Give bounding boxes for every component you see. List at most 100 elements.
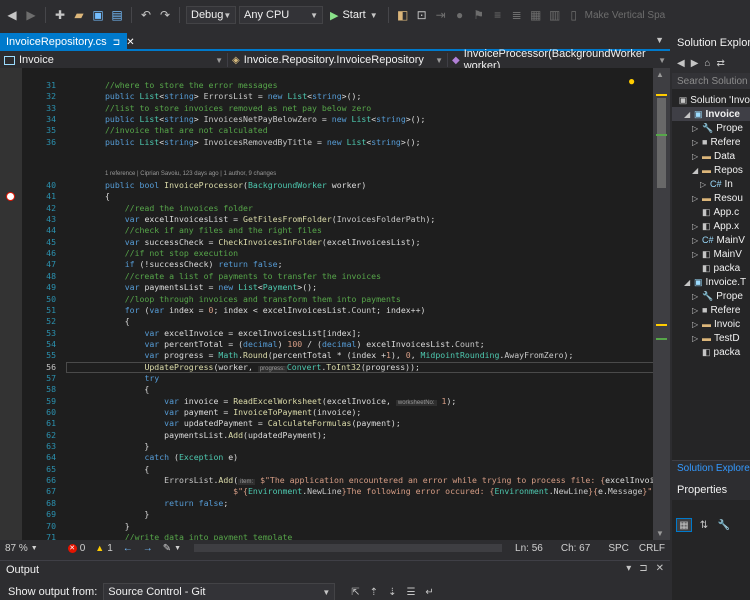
code-line[interactable]: 61 var updatedPayment = CalculateFormula… <box>22 418 642 429</box>
code-text[interactable]: { <box>105 316 130 327</box>
code-text[interactable]: //read the invoices folder <box>105 203 253 214</box>
breakpoint-margin[interactable] <box>0 68 22 540</box>
code-line[interactable]: 62 paymentsList.Add(updatedPayment); <box>22 430 642 441</box>
code-line[interactable]: 71 //write data into payment template <box>22 532 642 540</box>
code-text[interactable]: var payment = InvoiceToPayment(invoice); <box>105 407 361 418</box>
whitespace-indicator[interactable]: SPC <box>603 543 634 554</box>
clear-all-icon[interactable]: ☰ <box>406 587 415 598</box>
tree-item[interactable]: ▣ Solution 'Invo <box>672 93 750 107</box>
step-icon[interactable]: ⇥ <box>433 7 449 23</box>
browser-link-icon[interactable]: ◧ <box>395 7 411 23</box>
code-line[interactable]: 31 //where to store the error messages <box>22 80 642 91</box>
code-text[interactable]: //check if any files and the right files <box>105 225 322 236</box>
save-all-icon[interactable]: ▤ <box>109 7 125 23</box>
code-line[interactable]: 65 { <box>22 464 642 475</box>
code-line[interactable]: 34 public List<string> InvoicesNetPayBelo… <box>22 114 642 125</box>
home-icon[interactable]: ⌂ <box>704 58 710 69</box>
tree-item[interactable]: ▷ ▬ Data <box>672 149 750 163</box>
scroll-down-icon[interactable]: ▼ <box>656 529 664 538</box>
class-dropdown[interactable]: ◈ Invoice.Repository.InvoiceRepository ▼ <box>228 53 448 67</box>
forward-icon[interactable]: ▶ <box>691 58 699 69</box>
code-text[interactable]: var excelInvoice = excelInvoicesList[ind… <box>105 328 361 339</box>
configuration-dropdown[interactable]: Debug ▼ <box>186 6 236 24</box>
code-line[interactable]: 55 var progress = Math.Round(percentTota… <box>22 350 642 361</box>
tree-item[interactable]: ▷ C# In <box>672 177 750 191</box>
tree-item[interactable]: ◧ packa <box>672 261 750 275</box>
go-to-previous-icon[interactable]: ⇡ <box>370 587 378 598</box>
tree-item[interactable]: ▷ C# MainV <box>672 233 750 247</box>
lightbulb-icon[interactable]: ● <box>628 74 635 88</box>
breakpoint-icon[interactable]: ● <box>452 7 468 23</box>
make-vertical-spacing-button[interactable]: Make Vertical Spa <box>585 10 666 21</box>
expand-icon[interactable]: ▷ <box>692 222 702 231</box>
back-icon[interactable]: ◀ <box>4 7 20 23</box>
code-line[interactable]: 43 var excelInvoicesList = GetFilesFromF… <box>22 214 642 225</box>
code-line[interactable]: 60 var payment = InvoiceToPayment(invoic… <box>22 407 642 418</box>
collapse-icon[interactable]: ◢ <box>684 278 694 287</box>
code-line[interactable]: 59 var invoice = ReadExcelWorksheet(exce… <box>22 396 642 407</box>
collapse-icon[interactable]: ◢ <box>684 110 694 119</box>
code-line[interactable]: 63 } <box>22 441 642 452</box>
zoom-control[interactable]: 87 % ▼ <box>0 543 43 554</box>
code-text[interactable]: //write data into payment template <box>105 532 293 540</box>
code-line[interactable]: 40 public bool InvoiceProcessor(Backgroun… <box>22 180 642 191</box>
go-to-next-icon[interactable]: ⇣ <box>388 587 396 598</box>
back-icon[interactable]: ◀ <box>677 58 685 69</box>
comment-icon[interactable]: ≡ <box>490 7 506 23</box>
tree-item[interactable]: ◧ packa <box>672 345 750 359</box>
editor-vertical-scrollbar[interactable]: ▲ ▼ <box>653 68 670 540</box>
code-text[interactable]: catch (Exception e) <box>105 452 238 463</box>
code-text[interactable]: } <box>105 509 149 520</box>
code-text[interactable]: //loop through invoices and transform th… <box>105 294 401 305</box>
uncomment-icon[interactable]: ≣ <box>509 7 525 23</box>
tree-item[interactable]: ◧ App.c <box>672 205 750 219</box>
code-text[interactable]: var excelInvoicesList = GetFilesFromFold… <box>105 214 436 225</box>
tree-item[interactable]: ▷ ▬ Invoic <box>672 317 750 331</box>
new-project-icon[interactable]: ✚ <box>52 7 68 23</box>
code-line[interactable]: 48 //create a list of payments to transf… <box>22 271 642 282</box>
expand-icon[interactable]: ▷ <box>700 180 710 189</box>
codelens-info[interactable]: 1 reference | Ciprian Savoiu, 123 days a… <box>105 171 276 177</box>
code-line[interactable]: 64 catch (Exception e) <box>22 452 642 463</box>
code-text[interactable]: { <box>105 464 149 475</box>
code-line[interactable]: 56 UpdateProgress(worker, progress: Conve… <box>22 362 642 373</box>
tree-item[interactable]: ◢ ▣ Invoice.T <box>672 275 750 289</box>
close-icon[interactable]: ✕ <box>126 37 134 48</box>
forward-icon[interactable]: ▶ <box>23 7 39 23</box>
code-line[interactable]: 33 //list to store invoices removed as ne… <box>22 103 642 114</box>
code-text[interactable]: } <box>105 521 130 532</box>
code-line[interactable]: 44 //check if any files and the right fi… <box>22 225 642 236</box>
pin-icon[interactable]: ⊐ <box>113 37 121 48</box>
code-text[interactable]: paymentsList.Add(updatedPayment); <box>105 430 327 441</box>
member-dropdown[interactable]: ◆ InvoiceProcessor(BackgroundWorker worke… <box>448 48 670 72</box>
bookmark-icon[interactable]: ⚑ <box>471 7 487 23</box>
code-line[interactable]: 41 { <box>22 191 642 202</box>
code-text[interactable]: public List<string> ErrorsList = new Lis… <box>105 91 361 102</box>
code-text[interactable]: var paymentsList = new List<Payment>(); <box>105 282 317 293</box>
code-text[interactable]: { <box>105 384 149 395</box>
tree-item[interactable]: ▷ ▬ TestD <box>672 331 750 345</box>
code-text[interactable]: //list to store invoices removed as net … <box>105 103 371 114</box>
code-line[interactable]: 50 //loop through invoices and transform… <box>22 294 642 305</box>
save-icon[interactable]: ▣ <box>90 7 106 23</box>
code-line[interactable]: 66 ErrorsList.Add(item: $"The applicatio… <box>22 475 659 486</box>
code-line[interactable]: 45 var successCheck = CheckInvoicesInFol… <box>22 237 642 248</box>
tree-item[interactable]: ▷ ■ Refere <box>672 135 750 149</box>
screenshot-icon[interactable]: ⊡ <box>414 7 430 23</box>
code-line[interactable]: 51 for (var index = 0; index < excelInvo… <box>22 305 642 316</box>
tree-item[interactable]: ▷ ◧ MainV <box>672 247 750 261</box>
tree-item[interactable]: ▷ ▬ Resou <box>672 191 750 205</box>
tree-item[interactable]: ▷ ■ Refere <box>672 303 750 317</box>
code-line[interactable]: 42 //read the invoices folder <box>22 203 642 214</box>
code-line[interactable]: 58 { <box>22 384 642 395</box>
code-line[interactable]: 32 public List<string> ErrorsList = new L… <box>22 91 642 102</box>
code-text[interactable]: var percentTotal = (decimal) 100 / (deci… <box>105 339 484 350</box>
output-source-dropdown[interactable]: Source Control - Git ▼ <box>103 583 336 600</box>
code-text[interactable]: return false; <box>105 498 228 509</box>
code-lines[interactable]: 1 reference | Ciprian Savoiu, 123 days a… <box>22 68 662 540</box>
code-text[interactable]: //if not stop execution <box>105 248 238 259</box>
expand-icon[interactable]: ▷ <box>692 194 702 203</box>
code-text[interactable]: try <box>105 373 159 384</box>
tree-item[interactable]: ▷ 🔧 Prope <box>672 289 750 303</box>
error-count[interactable]: ✕ 0 <box>63 543 91 554</box>
